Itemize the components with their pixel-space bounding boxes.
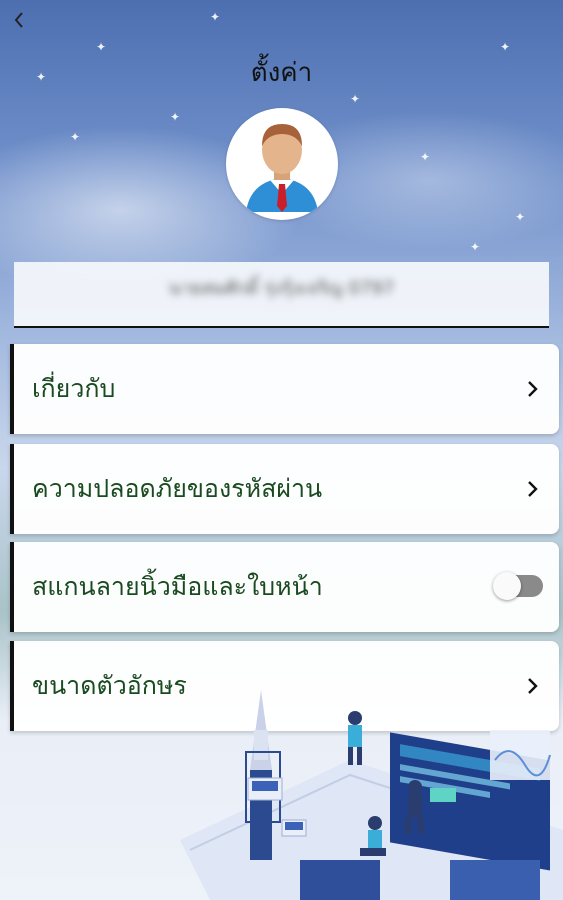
chevron-right-icon [528,481,538,497]
back-button[interactable] [8,8,30,32]
star-sparkle: ✦ [210,10,221,24]
star-sparkle: ✦ [170,110,181,124]
chevron-left-icon [14,12,23,28]
avatar[interactable] [226,108,338,220]
page-title: ตั้งค่า [250,58,313,88]
profile-name: นายสมศักดิ์ รุ่งรุ้งเจริญ 0797 [168,278,395,299]
star-sparkle: ✦ [70,130,81,144]
menu-item-label: สแกนลายนิ้วมือและใบหน้า [32,572,323,601]
chevron-right-icon [528,381,538,397]
menu-item-label: เกี่ยวกับ [32,374,116,403]
menu-item-biometric-scan: สแกนลายนิ้วมือและใบหน้า [10,542,559,632]
star-sparkle: ✦ [515,210,526,224]
star-sparkle: ✦ [470,240,481,254]
toggle-knob [493,572,521,600]
star-sparkle: ✦ [350,92,361,106]
menu-item-label: ความปลอดภัยของรหัสผ่าน [32,474,323,503]
user-avatar-icon [246,124,318,212]
menu-item-password-security[interactable]: ความปลอดภัยของรหัสผ่าน [10,444,559,534]
menu-item-about[interactable]: เกี่ยวกับ [10,344,559,434]
tech-illustration [180,690,563,900]
profile-name-field: นายสมศักดิ์ รุ่งรุ้งเจริญ 0797 [14,262,549,328]
biometric-toggle[interactable] [493,572,543,600]
star-sparkle: ✦ [420,150,431,164]
